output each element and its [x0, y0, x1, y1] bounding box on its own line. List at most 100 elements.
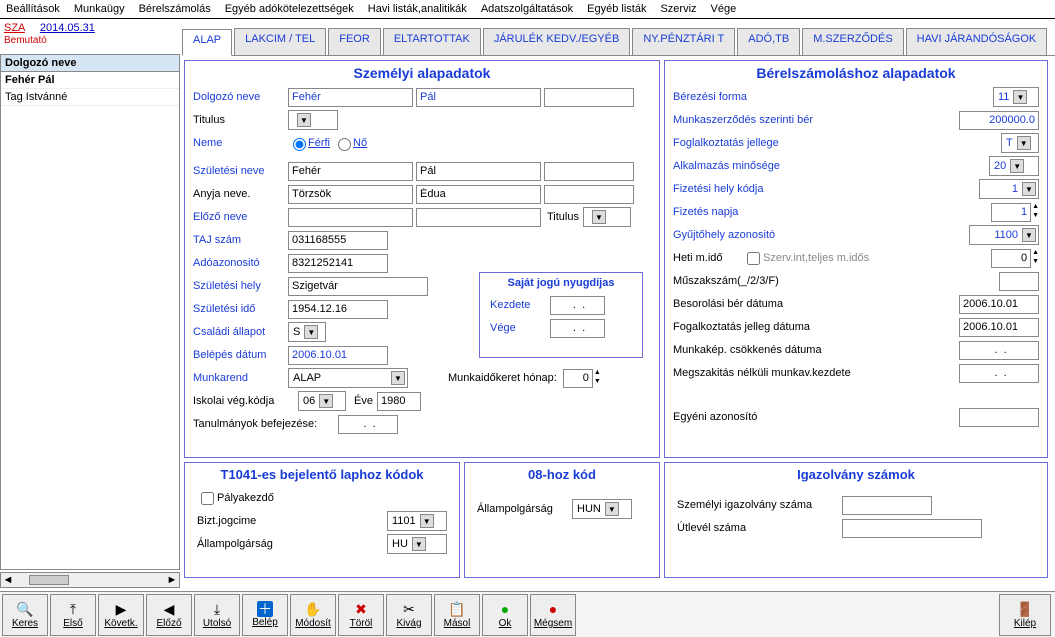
chevron-down-icon[interactable]: ▼ [592, 210, 606, 224]
tab-mszerzodes[interactable]: M.SZERZŐDÉS [802, 28, 903, 55]
scroll-thumb[interactable] [29, 575, 69, 585]
label-ferfi[interactable]: Férfi [308, 137, 330, 149]
menu-vege[interactable]: Vége [711, 3, 737, 15]
modosit-button[interactable]: ✋Módosít [290, 594, 336, 636]
prevname-last-input[interactable] [288, 208, 413, 227]
tab-jarulek[interactable]: JÁRULÉK KEDV./EGYÉB [483, 28, 631, 55]
gyujto-combo[interactable]: 1100▼ [969, 225, 1039, 245]
kovetk-button[interactable]: ▶Követk. [98, 594, 144, 636]
heti-input[interactable] [991, 249, 1031, 268]
palyakezdo-checkbox[interactable] [201, 492, 214, 505]
allamp-08-combo[interactable]: HUN▼ [572, 499, 632, 519]
menu-adatszolg[interactable]: Adatszolgáltatások [481, 3, 573, 15]
scroll-right-icon[interactable]: ► [165, 574, 179, 586]
sza-link[interactable]: SZA [4, 22, 25, 34]
gender-male-radio[interactable] [293, 138, 306, 151]
ok-button[interactable]: ●Ok [482, 594, 528, 636]
tab-nypenztar[interactable]: NY.PÉNZTÁRI T [632, 28, 735, 55]
entrydate-input[interactable] [288, 346, 388, 365]
egyeni-input[interactable] [959, 408, 1039, 427]
birthname-first-input[interactable] [416, 162, 541, 181]
szig-input[interactable] [842, 496, 932, 515]
chevron-down-icon[interactable]: ▼ [391, 371, 405, 385]
chevron-down-icon[interactable]: ▼ [304, 325, 318, 339]
mothername-extra-input[interactable] [544, 185, 634, 204]
fiznap-up-icon[interactable]: ▲ [1032, 203, 1039, 212]
chevron-down-icon[interactable]: ▼ [605, 502, 619, 516]
tab-feor[interactable]: FEOR [328, 28, 381, 55]
adoazonosito-input[interactable] [288, 254, 388, 273]
firstname-input[interactable] [416, 88, 541, 107]
chevron-down-icon[interactable]: ▼ [420, 514, 434, 528]
chevron-down-icon[interactable]: ▼ [1022, 182, 1036, 196]
alkmin-combo[interactable]: 20▼ [989, 156, 1039, 176]
nyugdij-vege-input[interactable] [550, 319, 605, 338]
menu-munkaugy[interactable]: Munkaügy [74, 3, 125, 15]
tab-eltartottak[interactable]: ELTARTOTTAK [383, 28, 481, 55]
utlevel-input[interactable] [842, 519, 982, 538]
chevron-down-icon[interactable]: ▼ [1013, 90, 1027, 104]
scroll-left-icon[interactable]: ◄ [1, 574, 15, 586]
foglalk-combo[interactable]: T▼ [1001, 133, 1039, 153]
label-no[interactable]: Nő [353, 137, 367, 149]
menu-berelszamolas[interactable]: Bérelszámolás [139, 3, 211, 15]
kivag-button[interactable]: ✂Kivág [386, 594, 432, 636]
szervint-checkbox[interactable] [747, 252, 760, 265]
menu-szerviz[interactable]: Szerviz [660, 3, 696, 15]
megszak-input[interactable] [959, 364, 1039, 383]
birthdate-input[interactable] [288, 300, 388, 319]
menu-egyeb-listak[interactable]: Egyéb listák [587, 3, 646, 15]
eve-input[interactable] [377, 392, 421, 411]
besor-input[interactable] [959, 295, 1039, 314]
prevname-first-input[interactable] [416, 208, 541, 227]
mkh-down-icon[interactable]: ▼ [594, 378, 601, 387]
list-horizontal-scrollbar[interactable]: ◄ ► [0, 572, 180, 588]
list-item[interactable]: Tag Istvánné [1, 89, 179, 106]
menu-havi-listak[interactable]: Havi listák,analitikák [368, 3, 467, 15]
nyugdij-kezdete-input[interactable] [550, 296, 605, 315]
utolso-button[interactable]: ⤓Utolsó [194, 594, 240, 636]
chevron-down-icon[interactable]: ▼ [412, 537, 426, 551]
birthplace-input[interactable] [288, 277, 428, 296]
heti-down-icon[interactable]: ▼ [1032, 258, 1039, 267]
keres-button[interactable]: 🔍Keres [2, 594, 48, 636]
mothername-first-input[interactable] [416, 185, 541, 204]
iskola-combo[interactable]: 06▼ [298, 391, 346, 411]
allamp-t1041-combo[interactable]: HU▼ [387, 534, 447, 554]
titulus-combo[interactable]: ▼ [288, 110, 338, 130]
tab-adotb[interactable]: ADÓ,TB [737, 28, 800, 55]
menu-beallitasok[interactable]: Beállítások [6, 3, 60, 15]
name-extra-input[interactable] [544, 88, 634, 107]
menu-egyeb-ado[interactable]: Egyéb adókötelezettségek [225, 3, 354, 15]
tanulm-date-input[interactable] [338, 415, 398, 434]
tab-havijar[interactable]: HAVI JÁRANDÓSÁGOK [906, 28, 1048, 55]
list-item[interactable]: Fehér Pál [1, 72, 179, 89]
mkh-up-icon[interactable]: ▲ [594, 369, 601, 378]
elso-button[interactable]: ⤒Első [50, 594, 96, 636]
tab-lakcim[interactable]: LAKCIM / TEL [234, 28, 326, 55]
maritalstatus-combo[interactable]: S▼ [288, 322, 326, 342]
chevron-down-icon[interactable]: ▼ [1017, 136, 1031, 150]
elozo-button[interactable]: ◀Előző [146, 594, 192, 636]
date-link[interactable]: 2014.05.31 [40, 22, 95, 34]
prev-titulus-combo[interactable]: ▼ [583, 207, 631, 227]
belep-button[interactable]: ＋Belép [242, 594, 288, 636]
muszak-input[interactable] [999, 272, 1039, 291]
masol-button[interactable]: 📋Másol [434, 594, 480, 636]
taj-input[interactable] [288, 231, 388, 250]
fizhely-combo[interactable]: 1▼ [979, 179, 1039, 199]
torol-button[interactable]: ✖Töröl [338, 594, 384, 636]
birthname-last-input[interactable] [288, 162, 413, 181]
heti-up-icon[interactable]: ▲ [1032, 249, 1039, 258]
mszerz-input[interactable] [959, 111, 1039, 130]
bizt-combo[interactable]: 1101▼ [387, 511, 447, 531]
chevron-down-icon[interactable]: ▼ [297, 113, 311, 127]
fogjell-input[interactable] [959, 318, 1039, 337]
chevron-down-icon[interactable]: ▼ [1022, 228, 1036, 242]
berforma-combo[interactable]: 11▼ [993, 87, 1039, 107]
kilep-button[interactable]: 🚪Kilép [999, 594, 1051, 636]
gender-female-radio[interactable] [338, 138, 351, 151]
birthname-extra-input[interactable] [544, 162, 634, 181]
munkarend-combo[interactable]: ALAP▼ [288, 368, 408, 388]
tab-alap[interactable]: ALAP [182, 29, 232, 56]
